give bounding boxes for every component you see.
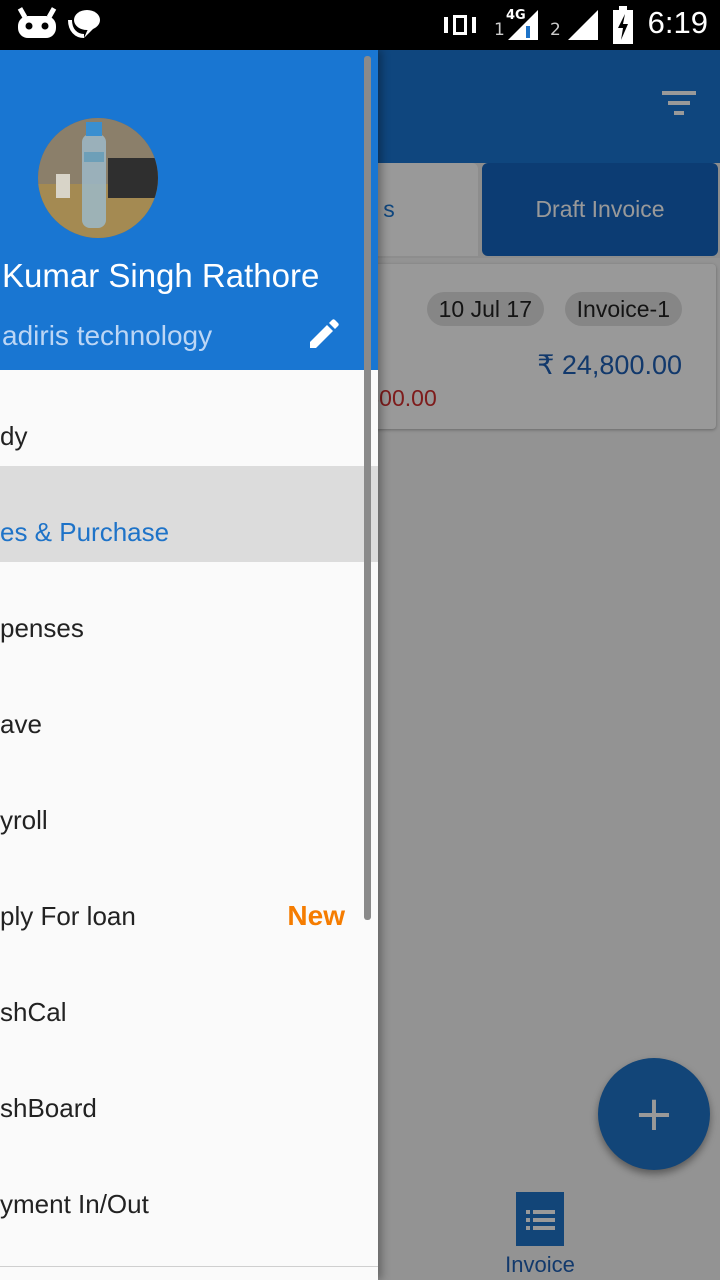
- menu-item-payment-in-out[interactable]: yment In/Out: [0, 1138, 378, 1234]
- signal-icon: [508, 10, 538, 40]
- drawer-header: Kumar Singh Rathore adiris technology: [0, 50, 378, 370]
- drawer-menu: dy es & Purchase penses ave yroll ply Fo…: [0, 370, 378, 1234]
- signal-2-icon: [568, 10, 598, 40]
- menu-item-label: es & Purchase: [0, 517, 170, 547]
- menu-item-cashcal[interactable]: shCal: [0, 946, 378, 1042]
- drawer-scrollbar[interactable]: [364, 56, 371, 920]
- menu-item-label: yment In/Out: [0, 1189, 149, 1219]
- edit-icon[interactable]: [306, 316, 342, 352]
- company-name: adiris technology: [2, 320, 213, 351]
- menu-item-apply-for-loan[interactable]: ply For loan New: [0, 850, 378, 946]
- user-name: Kumar Singh Rathore: [2, 257, 320, 294]
- navigation-drawer: Kumar Singh Rathore adiris technology dy…: [0, 50, 378, 1280]
- menu-item-dashboard[interactable]: shBoard: [0, 1042, 378, 1138]
- menu-item-label: shCal: [0, 997, 67, 1027]
- menu-item-label: ave: [0, 709, 42, 739]
- vibrate-icon: [444, 15, 476, 35]
- menu-item-study[interactable]: dy: [0, 370, 378, 466]
- menu-item-label: ply For loan: [0, 901, 136, 931]
- menu-item-sales-purchase[interactable]: es & Purchase: [0, 466, 378, 562]
- menu-item-label: penses: [0, 613, 84, 643]
- status-bar: 1 4G 2 6:19: [0, 0, 720, 50]
- sim2-label: 2: [550, 20, 561, 40]
- menu-item-label: shBoard: [0, 1093, 97, 1123]
- menu-item-expenses[interactable]: penses: [0, 562, 378, 658]
- menu-item-payroll[interactable]: yroll: [0, 754, 378, 850]
- menu-item-leave[interactable]: ave: [0, 658, 378, 754]
- avatar[interactable]: [38, 118, 158, 238]
- battery-charging-icon: [613, 6, 633, 44]
- menu-item-label: dy: [0, 421, 28, 451]
- cyanogen-icon: [17, 7, 57, 38]
- menu-item-label: yroll: [0, 805, 48, 835]
- menu-divider: [0, 1266, 378, 1267]
- clock: 6:19: [647, 5, 708, 40]
- message-icon: [68, 10, 100, 38]
